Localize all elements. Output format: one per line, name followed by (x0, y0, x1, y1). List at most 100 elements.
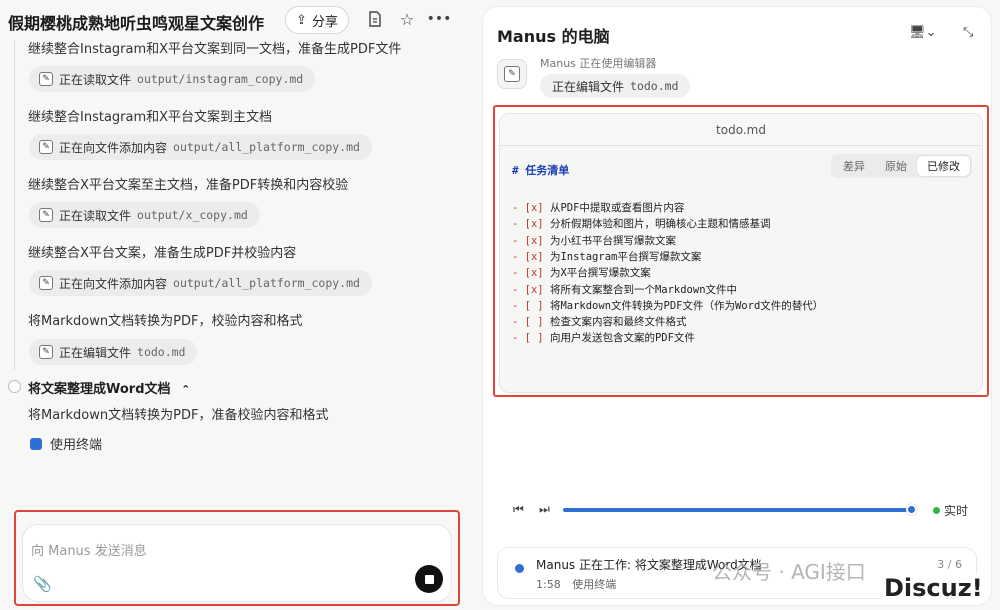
list-dash: - (512, 234, 525, 247)
edit-icon: ✎ (39, 140, 53, 154)
agent-file: todo.md (630, 79, 679, 93)
agent-status: Manus 正在使用编辑器 (540, 57, 657, 70)
agent-action-chip: 正在编辑文件 todo.md (540, 74, 691, 98)
chip-file: todo.md (137, 345, 186, 359)
section-description: 将Markdown文档转换为PDF，准备校验内容和格式 (28, 408, 329, 423)
tab-diff[interactable]: 差异 (833, 156, 875, 176)
edit-icon: ✎ (39, 276, 53, 290)
view-tabs: 差异 原始 已修改 (831, 154, 972, 178)
message-input[interactable]: 向 Manus 发送消息 (31, 540, 147, 559)
playback-bar: ⏮ ⏭ 实时 (497, 499, 977, 521)
todo-text: 为小红书平台撰写爆款文案 (549, 234, 676, 247)
todo-checkbox: [x] (524, 283, 544, 296)
tab-modified[interactable]: 已修改 (917, 156, 970, 176)
step-text: 继续整合X平台文案至主文档，准备PDF转换和内容校验 (28, 178, 349, 193)
tab-original[interactable]: 原始 (875, 156, 917, 176)
watermark: 公众号 · AGI接口 (712, 560, 866, 584)
step-text: 继续整合Instagram和X平台文案到主文档 (28, 110, 273, 125)
section-header[interactable]: 将文案整理成Word文档 ⌃ (28, 378, 190, 397)
todo-text: 向用户发送包含文案的PDF文件 (549, 332, 695, 345)
chat-panel: 假期樱桃成熟地听虫鸣观星文案创作 ⇪ 分享 ☆ ••• 继续整合Instagra… (0, 0, 475, 610)
share-button[interactable]: ⇪ 分享 (285, 6, 349, 34)
edit-icon: ✎ (39, 72, 53, 86)
step-counter: 3 / 6 (937, 558, 962, 571)
todo-checkbox: [ ] (524, 316, 544, 329)
edit-icon: ✎ (504, 66, 520, 82)
live-label[interactable]: 实时 (944, 502, 968, 519)
editor-icon: ✎ (497, 59, 527, 89)
status-time: 1:58 (536, 578, 561, 591)
todo-checkbox: [x] (524, 218, 544, 231)
todo-item: - [x] 分析假期体验和图片，明确核心主题和情感基调 (512, 216, 770, 231)
progress-handle[interactable] (906, 504, 918, 515)
agent-action: 正在编辑文件 (552, 79, 625, 94)
list-dash: - (512, 283, 525, 296)
progress-track[interactable] (563, 508, 913, 512)
edit-icon: ✎ (39, 345, 53, 359)
section-title: 将文案整理成Word文档 (28, 382, 171, 397)
computer-panel: Manus 的电脑 🖥⌄ ⤡ ✎ Manus 正在使用编辑器 正在编辑文件 to… (482, 6, 992, 606)
terminal-step: 使用终端 (30, 434, 102, 453)
timeline-line (14, 40, 15, 370)
list-dash: - (512, 316, 525, 329)
step-chip[interactable]: ✎ 正在编辑文件 todo.md (29, 339, 198, 365)
todo-item: - [ ] 向用户发送包含文案的PDF文件 (512, 330, 695, 345)
editor-title: todo.md (500, 114, 982, 146)
stop-icon (424, 574, 434, 584)
todo-item: - [ ] 检查文案内容和最终文件格式 (512, 314, 686, 329)
paperclip-icon[interactable]: 📎 (33, 575, 52, 593)
todo-text: 分析假期体验和图片，明确核心主题和情感基调 (549, 218, 771, 231)
list-dash: - (512, 299, 525, 312)
todo-text: 从PDF中提取或查看图片内容 (549, 202, 685, 214)
status-sub-label: 使用终端 (572, 578, 617, 591)
step-chip[interactable]: ✎ 正在向文件添加内容 output/all_platform_copy.md (29, 270, 372, 296)
markdown-heading: # 任务清单 (512, 164, 570, 177)
chip-file: output/all_platform_copy.md (173, 140, 360, 154)
star-icon[interactable]: ☆ (398, 10, 416, 29)
share-icon: ⇪ (296, 12, 307, 28)
chip-action: 正在向文件添加内容 (59, 276, 168, 291)
live-indicator (933, 507, 940, 514)
panel-title: Manus 的电脑 (497, 27, 610, 46)
list-dash: - (512, 202, 525, 214)
todo-text: 为Instagram平台撰写爆款文案 (549, 250, 702, 263)
todo-checkbox: [x] (524, 267, 544, 280)
screen-icon[interactable]: 🖥⌄ (909, 25, 936, 40)
todo-item: - [x] 为Instagram平台撰写爆款文案 (512, 249, 701, 264)
status-sub: 1:58 使用终端 (536, 576, 616, 592)
collapse-icon[interactable]: ⤡ (963, 25, 973, 40)
stop-button[interactable] (415, 565, 443, 593)
todo-checkbox: [x] (524, 234, 544, 247)
skip-forward-icon[interactable]: ⏭ (539, 502, 550, 517)
todo-text: 将Markdown文件转换为PDF文件（作为Word文件的替代） (549, 299, 824, 312)
list-dash: - (512, 250, 525, 263)
section-status-icon (8, 380, 21, 393)
share-label: 分享 (311, 14, 338, 30)
chip-file: output/all_platform_copy.md (173, 276, 360, 290)
terminal-icon (30, 437, 42, 450)
todo-text: 检查文案内容和最终文件格式 (549, 316, 687, 329)
step-chip[interactable]: ✎ 正在读取文件 output/x_copy.md (29, 202, 260, 228)
todo-checkbox: [ ] (524, 299, 544, 312)
chip-action: 正在向文件添加内容 (59, 140, 168, 155)
todo-text: 将所有文案整合到一个Markdown文件中 (549, 283, 738, 296)
chip-action: 正在编辑文件 (59, 345, 132, 360)
todo-item: - [x] 为X平台撰写爆款文案 (512, 265, 651, 280)
more-icon[interactable]: ••• (427, 10, 452, 28)
step-text: 将Markdown文档转换为PDF，校验内容和格式 (28, 314, 303, 329)
chat-header: 假期樱桃成熟地听虫鸣观星文案创作 ⇪ 分享 ☆ ••• (0, 0, 475, 40)
list-dash: - (512, 267, 525, 280)
chevron-up-icon[interactable]: ⌃ (181, 383, 190, 396)
step-chip[interactable]: ✎ 正在读取文件 output/instagram_copy.md (29, 66, 316, 92)
todo-checkbox: [x] (524, 202, 544, 214)
todo-item: - [ ] 将Markdown文件转换为PDF文件（作为Word文件的替代） (512, 298, 823, 313)
step-text: 继续整合Instagram和X平台文案到同一文档，准备生成PDF文件 (28, 42, 402, 57)
skip-back-icon[interactable]: ⏮ (513, 502, 524, 517)
step-chip[interactable]: ✎ 正在向文件添加内容 output/all_platform_copy.md (29, 134, 372, 160)
todo-item: - [x] 将所有文案整合到一个Markdown文件中 (512, 282, 737, 297)
editor-window: todo.md # 任务清单 差异 原始 已修改 - [x] 从PDF中提取或查… (499, 113, 983, 393)
todo-item: - [x] 为小红书平台撰写爆款文案 (512, 233, 676, 248)
message-composer[interactable]: 向 Manus 发送消息 📎 (22, 524, 452, 602)
document-icon[interactable] (366, 10, 384, 28)
chip-file: output/instagram_copy.md (137, 72, 304, 86)
